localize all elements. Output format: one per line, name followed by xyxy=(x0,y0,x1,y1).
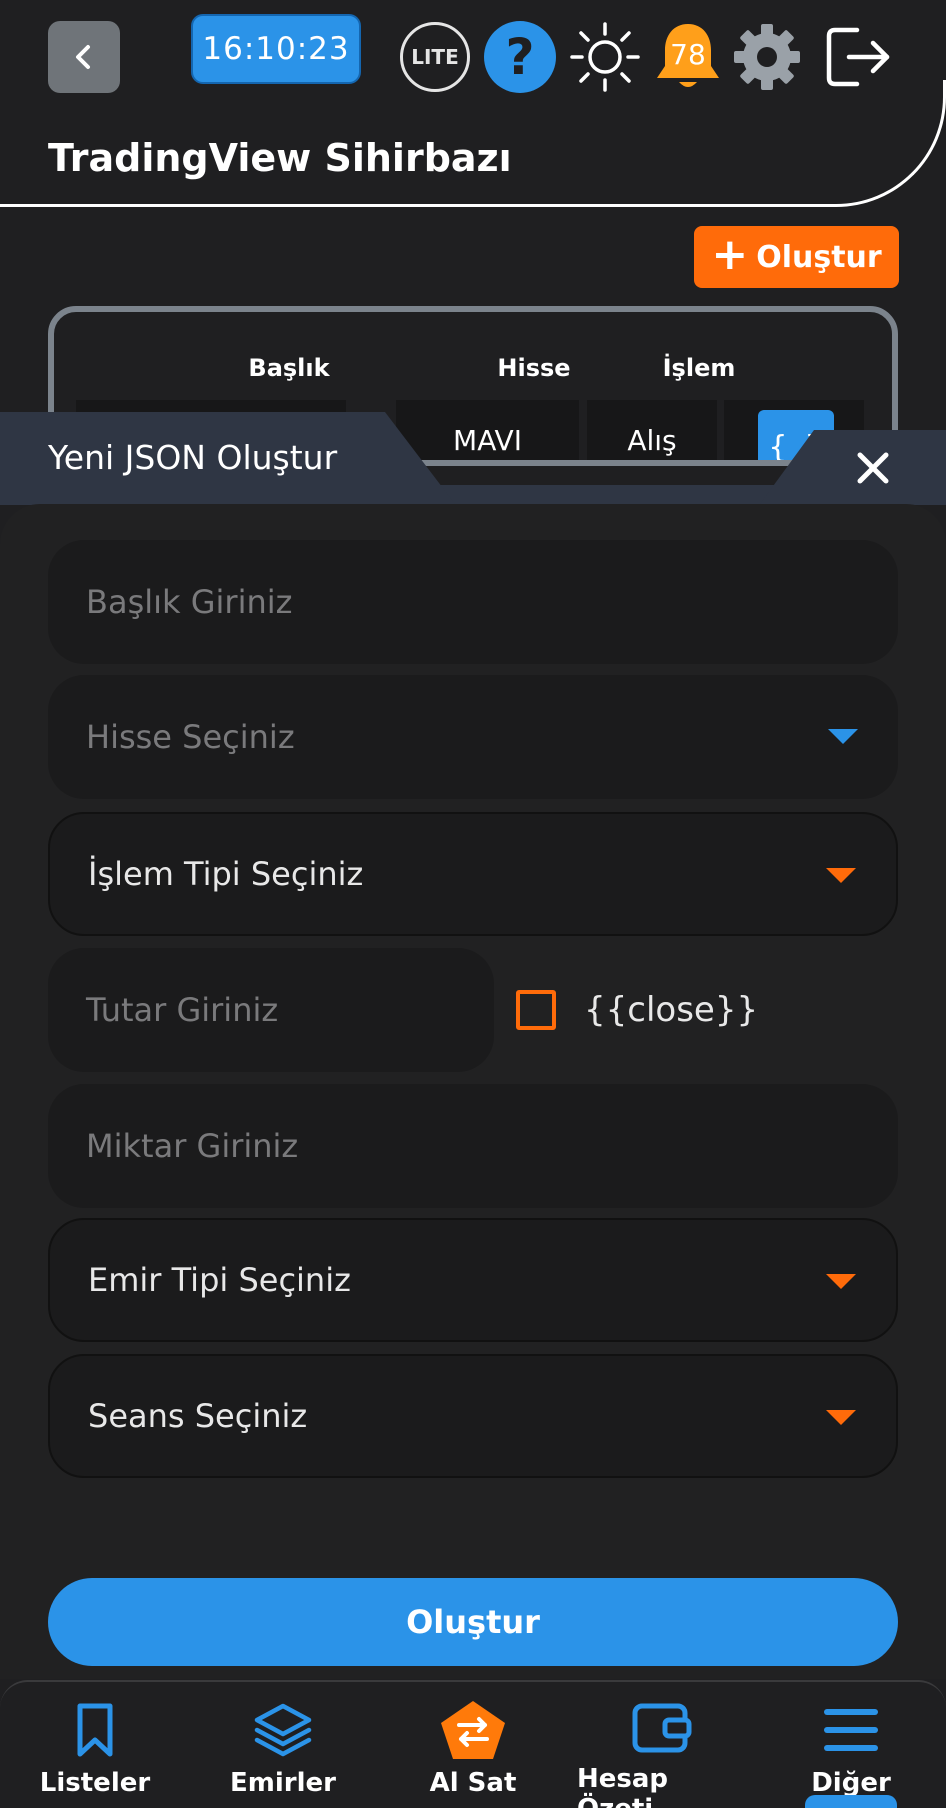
column-header-islem: İşlem xyxy=(662,354,736,382)
gear-icon xyxy=(734,24,800,90)
help-icon: ? xyxy=(484,21,556,93)
theme-toggle-button[interactable] xyxy=(568,20,642,94)
notification-count: 78 xyxy=(670,38,706,71)
table-cell-islem: Alış xyxy=(587,400,717,460)
logout-button[interactable] xyxy=(821,20,895,94)
chevron-down-icon xyxy=(826,868,856,883)
table-cell-hisse: MAVI xyxy=(396,400,579,460)
nav-active-indicator xyxy=(805,1795,897,1808)
tutar-input[interactable]: Tutar Giriniz xyxy=(48,948,494,1072)
hisse-placeholder: Hisse Seçiniz xyxy=(86,718,295,756)
nav-item-al-sat[interactable]: Al Sat xyxy=(388,1700,558,1800)
islem-tipi-select[interactable]: İşlem Tipi Seçiniz xyxy=(48,812,898,936)
emir-tipi-select[interactable]: Emir Tipi Seçiniz xyxy=(48,1218,898,1342)
miktar-input[interactable]: Miktar Giriniz xyxy=(48,1084,898,1208)
layers-icon xyxy=(254,1703,312,1757)
create-button[interactable]: + Oluştur xyxy=(694,226,899,288)
nav-label: Hesap Özeti xyxy=(577,1764,669,1808)
nav-item-hesap-ozeti[interactable]: Hesap Özeti xyxy=(577,1700,747,1808)
nav-label: Diğer xyxy=(811,1768,891,1798)
nav-label: Listeler xyxy=(39,1768,151,1798)
lite-badge: LITE xyxy=(400,22,470,92)
seans-value: Seans Seçiniz xyxy=(88,1397,308,1435)
back-button[interactable] xyxy=(48,21,120,93)
column-header-baslik: Başlık xyxy=(248,354,330,382)
chevron-down-icon xyxy=(826,1274,856,1289)
logout-icon xyxy=(826,27,890,87)
close-checkbox-label: {{close}} xyxy=(584,990,759,1030)
close-checkbox[interactable] xyxy=(516,990,556,1030)
emir-tipi-value: Emir Tipi Seçiniz xyxy=(88,1261,351,1299)
swap-icon xyxy=(441,1701,505,1759)
help-button[interactable]: ? xyxy=(483,20,557,94)
nav-label: Emirler xyxy=(230,1768,336,1798)
bookmark-icon xyxy=(77,1703,113,1757)
menu-icon xyxy=(824,1709,878,1751)
modal-close-button[interactable] xyxy=(845,440,901,496)
chevron-left-icon xyxy=(76,45,90,69)
plus-icon: + xyxy=(711,229,749,280)
seans-select[interactable]: Seans Seçiniz xyxy=(48,1354,898,1478)
modal-title: Yeni JSON Oluştur xyxy=(48,438,338,477)
notifications-button[interactable]: 78 xyxy=(651,20,725,94)
page-title: TradingView Sihirbazı xyxy=(48,136,512,180)
miktar-placeholder: Miktar Giriniz xyxy=(86,1127,299,1165)
nav-item-emirler[interactable]: Emirler xyxy=(198,1700,368,1800)
chevron-down-icon xyxy=(826,1410,856,1425)
create-button-label: Oluştur xyxy=(756,239,882,275)
close-icon xyxy=(857,452,889,484)
lite-mode-button[interactable]: LITE xyxy=(398,20,472,94)
hisse-select[interactable]: Hisse Seçiniz xyxy=(48,675,898,799)
nav-label: Al Sat xyxy=(429,1768,517,1798)
nav-item-listeler[interactable]: Listeler xyxy=(10,1700,180,1800)
chevron-down-icon xyxy=(828,729,858,744)
submit-button[interactable]: Oluştur xyxy=(48,1578,898,1666)
column-header-hisse: Hisse xyxy=(497,354,571,382)
wallet-icon xyxy=(632,1703,692,1753)
nav-item-diger[interactable]: Diğer xyxy=(766,1700,936,1800)
baslik-placeholder: Başlık Giriniz xyxy=(86,583,293,621)
sun-icon xyxy=(570,22,640,92)
islem-tipi-value: İşlem Tipi Seçiniz xyxy=(88,855,364,893)
clock-display: 16:10:23 xyxy=(191,14,361,84)
baslik-input[interactable]: Başlık Giriniz xyxy=(48,540,898,664)
settings-button[interactable] xyxy=(730,20,804,94)
tutar-placeholder: Tutar Giriniz xyxy=(86,991,279,1029)
